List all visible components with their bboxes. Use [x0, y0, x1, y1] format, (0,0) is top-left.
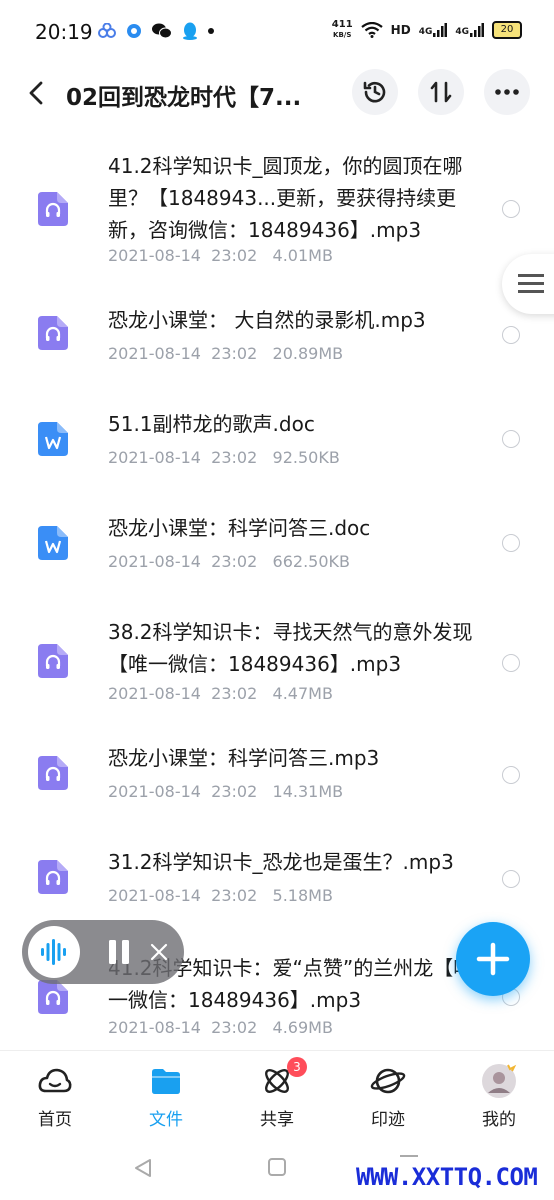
audio-wave-icon — [41, 939, 66, 965]
more-notifications-dot — [208, 28, 214, 34]
select-radio[interactable] — [502, 654, 520, 672]
tab-files-label: 文件 — [149, 1110, 183, 1130]
select-radio[interactable] — [502, 534, 520, 552]
notification-icons — [98, 22, 214, 40]
file-name: 31.2科学知识卡_恐龙也是蛋生？.mp3 — [108, 850, 454, 874]
list-item[interactable]: 41.2科学知识卡_圆顶龙，你的圆顶在哪里？【1848943...更新，要获得持… — [0, 146, 554, 272]
qq-icon — [183, 22, 197, 40]
battery-icon: 20 — [492, 21, 522, 39]
select-radio[interactable] — [502, 430, 520, 448]
more-dots-icon — [495, 89, 519, 95]
network-speed-value: 411 — [331, 19, 353, 30]
menu-line — [518, 282, 544, 285]
file-name: 38.2科学知识卡：寻找天然气的意外发现【唯一微信：18489436】.mp3 — [108, 620, 473, 676]
audio-file-icon — [38, 192, 68, 226]
select-radio[interactable] — [502, 766, 520, 784]
audio-file-icon — [38, 756, 68, 790]
audio-file-icon — [38, 860, 68, 894]
menu-line — [518, 290, 544, 293]
header: 02回到恐龙时代【7... — [0, 64, 554, 124]
list-item[interactable]: 51.1副栉龙的歌声.doc 2021-08-14 23:02 92.50KB — [0, 406, 554, 486]
list-item[interactable]: 31.2科学知识卡_恐龙也是蛋生？.mp3 2021-08-14 23:02 5… — [0, 846, 554, 926]
audio-wave-button[interactable] — [28, 926, 80, 978]
file-meta: 2021-08-14 23:02 20.89MB — [108, 344, 344, 363]
pause-icon[interactable] — [108, 940, 130, 964]
status-bar: 20:19 411 KB/S HD 4G 4G 20 — [0, 0, 554, 64]
file-name: 恐龙小课堂： 大自然的录影机.mp3 — [108, 308, 426, 332]
file-name: 恐龙小课堂：科学问答三.doc — [108, 516, 371, 540]
signal-2-label: 4G — [455, 27, 469, 37]
close-player-icon[interactable] — [150, 943, 168, 961]
sort-button[interactable] — [418, 69, 464, 115]
history-button[interactable] — [352, 69, 398, 115]
file-meta: 2021-08-14 23:02 4.47MB — [108, 684, 333, 703]
tab-me[interactable]: 我的 — [459, 1063, 539, 1130]
audio-file-icon — [38, 644, 68, 678]
signal-bars-icon — [470, 23, 484, 37]
tab-files[interactable]: 文件 — [126, 1063, 206, 1130]
plus-icon — [476, 942, 510, 976]
hd-label: HD — [390, 23, 411, 37]
file-name: 41.2科学知识卡_圆顶龙，你的圆顶在哪里？【1848943...更新，要获得持… — [108, 154, 463, 242]
file-meta: 2021-08-14 23:02 4.01MB — [108, 246, 333, 265]
tab-share[interactable]: 3 共享 — [237, 1057, 317, 1130]
atom-share-icon: 3 — [259, 1057, 307, 1099]
tab-home-label: 首页 — [38, 1110, 72, 1130]
folder-icon — [148, 1063, 184, 1099]
network-speed: 411 KB/S — [332, 20, 353, 40]
word-file-icon — [38, 422, 68, 456]
nav-home-icon[interactable] — [267, 1157, 287, 1177]
watermark: WWW.XXTTQ.COM — [356, 1163, 538, 1191]
signal-1-label: 4G — [418, 27, 433, 37]
file-meta: 2021-08-14 23:02 92.50KB — [108, 448, 340, 467]
menu-line — [518, 274, 544, 277]
network-speed-unit: KB/S — [333, 31, 352, 39]
tab-traces-label: 印迹 — [371, 1110, 405, 1130]
list-item[interactable]: 38.2科学知识卡：寻找天然气的意外发现【唯一微信：18489436】.mp3 … — [0, 614, 554, 714]
select-radio[interactable] — [502, 870, 520, 888]
cloud-home-icon — [37, 1063, 73, 1099]
word-file-icon — [38, 526, 68, 560]
file-meta: 2021-08-14 23:02 5.18MB — [108, 886, 333, 905]
tab-share-label: 共享 — [260, 1110, 294, 1130]
signal-strength-2: 4G — [455, 23, 484, 37]
back-arrow-icon[interactable] — [24, 78, 48, 108]
sort-icon — [430, 81, 452, 103]
bottom-tab-bar: 首页 文件 3 共享 印迹 我的 — [0, 1050, 554, 1136]
planet-icon — [370, 1063, 406, 1099]
audio-file-icon — [38, 980, 68, 1014]
wechat-icon — [152, 23, 172, 39]
file-name: 51.1副栉龙的歌声.doc — [108, 412, 315, 436]
app-notification-icon — [98, 23, 116, 38]
mini-audio-player[interactable] — [22, 920, 184, 984]
wifi-icon — [360, 22, 383, 38]
list-item[interactable]: 恐龙小课堂： 大自然的录影机.mp3 2021-08-14 23:02 20.8… — [0, 302, 554, 382]
system-icons: 411 KB/S HD 4G 4G 20 — [332, 20, 522, 40]
select-radio[interactable] — [502, 326, 520, 344]
list-item[interactable]: 恐龙小课堂：科学问答三.doc 2021-08-14 23:02 662.50K… — [0, 510, 554, 590]
browser-notification-icon — [127, 24, 141, 38]
file-meta: 2021-08-14 23:02 14.31MB — [108, 782, 344, 801]
add-button[interactable] — [456, 922, 530, 996]
more-options-button[interactable] — [484, 69, 530, 115]
file-meta: 2021-08-14 23:02 4.69MB — [108, 1018, 333, 1037]
nav-recents-icon[interactable] — [398, 1153, 420, 1159]
side-drawer-handle[interactable] — [502, 254, 554, 314]
file-name: 恐龙小课堂：科学问答三.mp3 — [108, 746, 380, 770]
tab-home[interactable]: 首页 — [15, 1063, 95, 1130]
status-time: 20:19 — [35, 20, 93, 44]
file-meta: 2021-08-14 23:02 662.50KB — [108, 552, 350, 571]
share-badge: 3 — [287, 1057, 307, 1077]
select-radio[interactable] — [502, 200, 520, 218]
tab-traces[interactable]: 印迹 — [348, 1063, 428, 1130]
avatar — [481, 1063, 517, 1099]
list-item[interactable]: 恐龙小课堂：科学问答三.mp3 2021-08-14 23:02 14.31MB — [0, 742, 554, 822]
tab-me-label: 我的 — [482, 1110, 516, 1130]
audio-file-icon — [38, 316, 68, 350]
nav-back-icon[interactable] — [132, 1157, 154, 1179]
signal-bars-icon — [433, 23, 448, 37]
history-icon — [363, 81, 386, 103]
signal-strength-1: 4G — [419, 23, 448, 37]
page-title: 02回到恐龙时代【7... — [66, 85, 302, 111]
